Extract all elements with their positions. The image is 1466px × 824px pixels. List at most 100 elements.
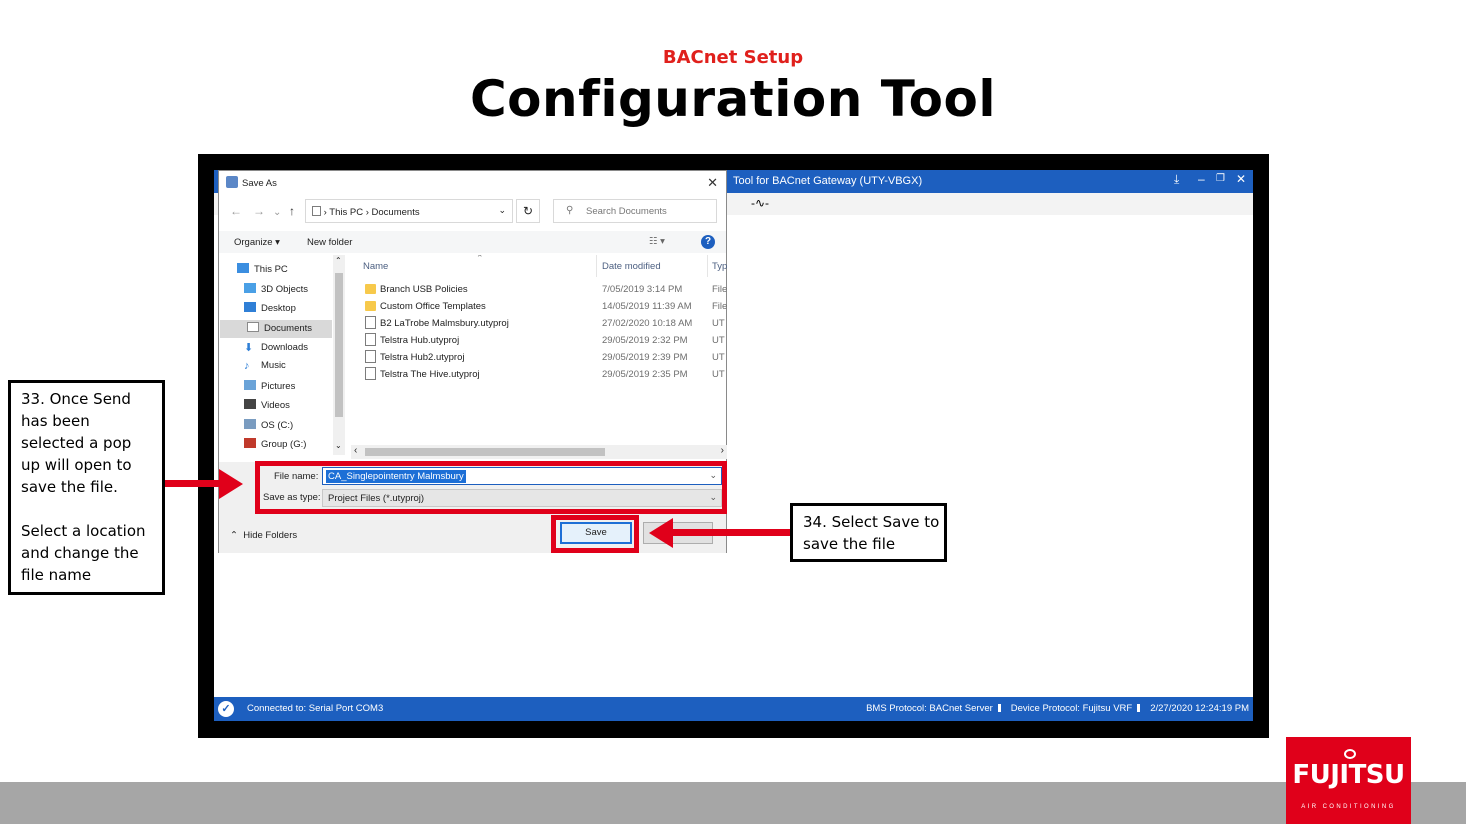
arrow-to-fields	[165, 480, 221, 487]
help-icon[interactable]: ?	[701, 235, 715, 249]
forward-arrow-icon[interactable]: →	[253, 204, 265, 218]
file-date: 29/05/2019 2:35 PM	[602, 369, 688, 380]
download-icon: ⬇	[244, 342, 254, 354]
file-icon	[365, 367, 376, 380]
organize-button[interactable]: Organize ▾	[234, 237, 280, 248]
breadcrumb-documents[interactable]: Documents	[372, 207, 420, 218]
search-placeholder: Search Documents	[586, 206, 667, 217]
address-bar[interactable]: › This PC › Documents ⌄	[305, 199, 513, 223]
close-button[interactable]: ✕	[1236, 172, 1246, 186]
address-dropdown-icon[interactable]: ⌄	[498, 205, 506, 216]
up-arrow-icon[interactable]: ↑	[289, 204, 295, 218]
navigation-pane: This PC 3D Objects Desktop Documents ⬇ Do…	[219, 255, 347, 459]
nav-item-downloads[interactable]: ⬇ Downloads	[244, 341, 329, 359]
scroll-up-icon[interactable]: ⌃	[335, 256, 342, 265]
command-bar: Organize ▾ New folder ☷ ▾ ?	[219, 231, 726, 253]
nav-scrollbar[interactable]: ⌃ ⌄	[333, 255, 345, 455]
bms-protocol: BMS Protocol: BACnet Server	[866, 703, 993, 714]
nav-item-documents[interactable]: Documents	[220, 320, 332, 338]
scroll-down-icon[interactable]: ⌄	[335, 441, 342, 450]
nav-item-videos[interactable]: Videos	[244, 399, 329, 417]
view-options-icon[interactable]: ☷ ▾	[649, 236, 665, 247]
nav-item-3d-objects[interactable]: 3D Objects	[244, 283, 329, 301]
nav-item-os-c[interactable]: OS (C:)	[244, 419, 329, 437]
logo-swirl-icon	[1344, 749, 1356, 759]
file-date: 14/05/2019 11:39 AM	[602, 301, 692, 312]
download-icon[interactable]: ⤓	[1174, 172, 1179, 187]
save-as-icon	[226, 176, 238, 188]
protocol-status: BMS Protocol: BACnet Server Device Protoc…	[861, 703, 1249, 714]
file-name: Custom Office Templates	[380, 301, 486, 312]
file-date: 27/02/2020 10:18 AM	[602, 318, 693, 329]
dialog-title: Save As	[242, 178, 277, 189]
horizontal-scrollbar[interactable]: ‹ ›	[351, 445, 727, 459]
column-date-modified[interactable]: Date modified	[602, 261, 661, 272]
back-arrow-icon[interactable]: ←	[230, 204, 242, 218]
recent-chevron-icon[interactable]: ⌄	[273, 207, 281, 218]
file-list: Name ⌃ Date modified Typ Branch USB Poli…	[351, 255, 727, 459]
breadcrumb-this-pc[interactable]: This PC	[329, 207, 363, 218]
callout-step-33: 33. Once Send has been selected a pop up…	[8, 380, 165, 595]
nav-item-group-g[interactable]: Group (G:)	[244, 438, 329, 456]
hide-folders-button[interactable]: ⌃ Hide Folders	[230, 530, 297, 541]
callout-step-34: 34. Select Save to save the file	[790, 503, 947, 562]
restore-button[interactable]: ❐	[1216, 173, 1225, 184]
nav-scroll-thumb[interactable]	[335, 273, 343, 417]
slide-title: Configuration Tool	[469, 70, 997, 128]
file-date: 29/05/2019 2:39 PM	[602, 352, 688, 363]
file-row[interactable]: Telstra Hub2.utyproj 29/05/2019 2:39 PM UT	[351, 349, 727, 366]
file-date: 29/05/2019 2:32 PM	[602, 335, 688, 346]
scroll-left-icon[interactable]: ‹	[354, 445, 357, 456]
file-row[interactable]: Custom Office Templates 14/05/2019 11:39 …	[351, 298, 727, 315]
file-type: UT	[712, 369, 725, 380]
scroll-right-icon[interactable]: ›	[721, 445, 724, 456]
fujitsu-logo: FUJITSU AIR CONDITIONING	[1286, 737, 1411, 824]
file-name: B2 LaTrobe Malmsbury.utyproj	[380, 318, 509, 329]
app-title: Tool for BACnet Gateway (UTY-VBGX)	[733, 175, 923, 187]
new-folder-button[interactable]: New folder	[307, 237, 352, 248]
column-name[interactable]: Name	[363, 261, 388, 272]
computer-icon	[237, 263, 249, 273]
file-icon	[365, 316, 376, 329]
file-name: Branch USB Policies	[380, 284, 468, 295]
status-timestamp: 2/27/2020 12:24:19 PM	[1150, 703, 1249, 714]
device-protocol: Device Protocol: Fujitsu VRF	[1010, 703, 1133, 714]
dialog-close-icon[interactable]: ✕	[707, 175, 718, 191]
nav-item-desktop[interactable]: Desktop	[244, 302, 329, 320]
arrow-to-save	[672, 529, 790, 536]
cube-icon	[244, 283, 256, 293]
file-icon	[365, 333, 376, 346]
file-fields-highlight	[255, 461, 727, 514]
drive-icon	[244, 419, 256, 429]
nav-item-music[interactable]: ♪ Music	[244, 360, 329, 378]
refresh-button[interactable]: ↻	[516, 199, 540, 223]
folder-icon	[365, 301, 376, 311]
horizontal-scroll-thumb[interactable]	[365, 448, 605, 456]
file-row[interactable]: B2 LaTrobe Malmsbury.utyproj 27/02/2020 1…	[351, 315, 727, 332]
pc-icon	[312, 206, 321, 216]
videos-icon	[244, 399, 256, 409]
file-row[interactable]: Telstra Hub.utyproj 29/05/2019 2:32 PM UT	[351, 332, 727, 349]
minimize-button[interactable]: –	[1198, 172, 1205, 186]
nav-item-this-pc[interactable]: This PC	[237, 263, 329, 281]
folder-icon	[365, 284, 376, 294]
file-icon	[365, 350, 376, 363]
file-row[interactable]: Branch USB Policies 7/05/2019 3:14 PM File	[351, 281, 727, 298]
slide-subtitle: BACnet Setup	[662, 47, 804, 68]
pulse-icon[interactable]: -∿-	[751, 196, 769, 210]
file-name: Telstra The Hive.utyproj	[380, 369, 480, 380]
arrow-head-right-icon	[219, 469, 243, 499]
nav-item-pictures[interactable]: Pictures	[244, 380, 329, 398]
dialog-titlebar: Save As ✕	[219, 171, 726, 195]
file-type: File	[712, 284, 727, 295]
file-type: UT	[712, 318, 725, 329]
file-row[interactable]: Telstra The Hive.utyproj 29/05/2019 2:35 …	[351, 366, 727, 383]
file-name: Telstra Hub2.utyproj	[380, 352, 465, 363]
column-type[interactable]: Typ	[712, 261, 727, 272]
pictures-icon	[244, 380, 256, 390]
music-icon: ♪	[244, 360, 250, 372]
check-icon: ✓	[218, 701, 234, 717]
sort-up-icon: ⌃	[476, 255, 484, 263]
search-input[interactable]: ⚲ Search Documents	[553, 199, 717, 223]
search-icon: ⚲	[566, 205, 574, 216]
